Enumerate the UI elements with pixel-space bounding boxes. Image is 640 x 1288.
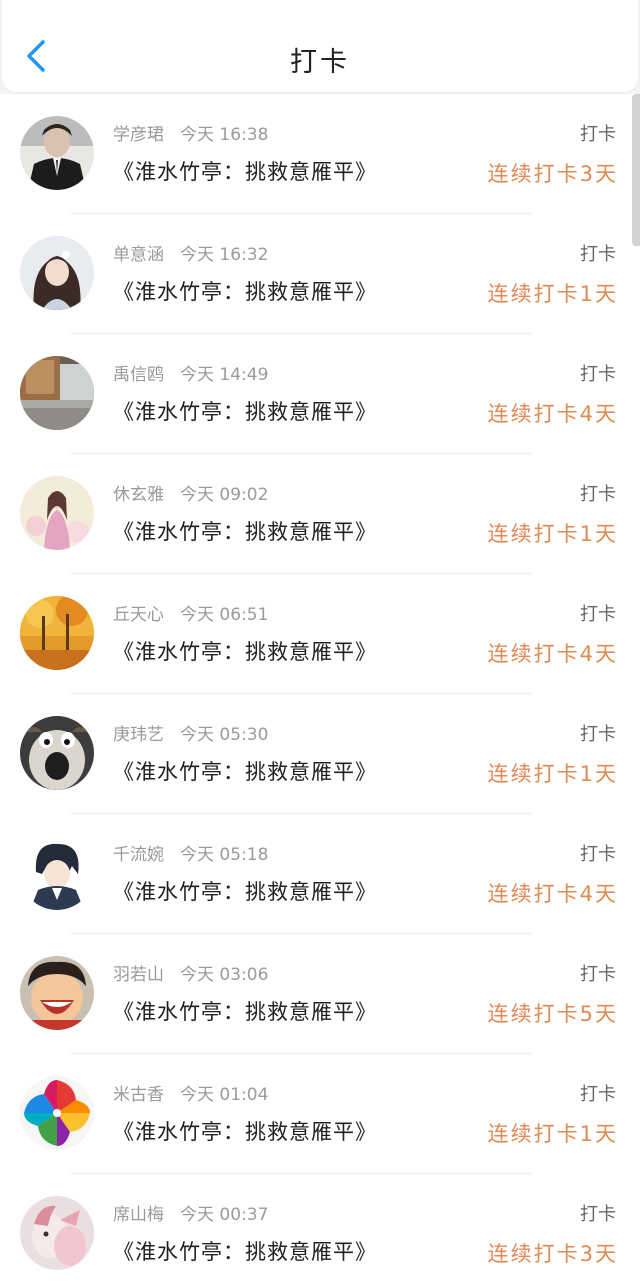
user-name[interactable]: 丘天心 xyxy=(113,605,164,625)
checkin-time: 今天 06:51 xyxy=(180,605,269,625)
work-title[interactable]: 《淮水竹亭：挑救意雁平》 xyxy=(113,1236,377,1266)
streak-label: 连续打卡1天 xyxy=(487,522,618,546)
work-title[interactable]: 《淮水竹亭：挑救意雁平》 xyxy=(113,516,377,546)
user-meta: 单意涵 今天 16:32 xyxy=(113,240,268,265)
streak-label: 连续打卡1天 xyxy=(487,1122,618,1146)
checkin-time: 今天 09:02 xyxy=(180,485,269,505)
checkin-time: 今天 16:32 xyxy=(180,245,269,265)
work-title[interactable]: 《淮水竹亭：挑救意雁平》 xyxy=(113,396,377,426)
checkin-tag: 打卡 xyxy=(580,244,616,265)
checkin-row[interactable]: 学彦珺 今天 16:38 《淮水竹亭：挑救意雁平》 打卡 连续打卡3天 xyxy=(0,94,640,214)
streak-label: 连续打卡4天 xyxy=(487,402,618,426)
checkin-time: 今天 16:38 xyxy=(180,125,269,145)
work-title[interactable]: 《淮水竹亭：挑救意雁平》 xyxy=(113,636,377,666)
work-title[interactable]: 《淮水竹亭：挑救意雁平》 xyxy=(113,756,377,786)
avatar[interactable] xyxy=(20,236,94,310)
streak-label: 连续打卡3天 xyxy=(487,162,618,186)
checkin-tag: 打卡 xyxy=(580,844,616,865)
checkin-tag: 打卡 xyxy=(580,484,616,505)
checkin-tag: 打卡 xyxy=(580,364,616,385)
top-navigation-bar: 打卡 xyxy=(2,0,638,92)
work-title[interactable]: 《淮水竹亭：挑救意雁平》 xyxy=(113,156,377,186)
avatar[interactable] xyxy=(20,1196,94,1270)
user-meta: 千流婉 今天 05:18 xyxy=(113,840,268,865)
checkin-tag: 打卡 xyxy=(580,604,616,625)
checkin-tag: 打卡 xyxy=(580,964,616,985)
streak-label: 连续打卡5天 xyxy=(487,1002,618,1026)
checkin-time: 今天 01:04 xyxy=(180,1085,269,1105)
checkin-row[interactable]: 米古香 今天 01:04 《淮水竹亭：挑救意雁平》 打卡 连续打卡1天 xyxy=(0,1054,640,1174)
scrollbar[interactable] xyxy=(632,94,640,246)
checkin-list[interactable]: 学彦珺 今天 16:38 《淮水竹亭：挑救意雁平》 打卡 连续打卡3天 单意涵 今天… xyxy=(0,94,640,1288)
user-meta: 丘天心 今天 06:51 xyxy=(113,600,268,625)
checkin-time: 今天 03:06 xyxy=(180,965,269,985)
avatar[interactable] xyxy=(20,356,94,430)
checkin-row[interactable]: 丘天心 今天 06:51 《淮水竹亭：挑救意雁平》 打卡 连续打卡4天 xyxy=(0,574,640,694)
user-meta: 庚玮艺 今天 05:30 xyxy=(113,720,268,745)
avatar[interactable] xyxy=(20,1076,94,1150)
work-title[interactable]: 《淮水竹亭：挑救意雁平》 xyxy=(113,1116,377,1146)
checkin-tag: 打卡 xyxy=(580,1204,616,1225)
user-meta: 休玄雅 今天 09:02 xyxy=(113,480,268,505)
checkin-time: 今天 05:30 xyxy=(180,725,269,745)
user-name[interactable]: 学彦珺 xyxy=(113,125,164,145)
user-meta: 米古香 今天 01:04 xyxy=(113,1080,268,1105)
user-meta: 羽若山 今天 03:06 xyxy=(113,960,268,985)
avatar[interactable] xyxy=(20,836,94,910)
checkin-row[interactable]: 禹信鸥 今天 14:49 《淮水竹亭：挑救意雁平》 打卡 连续打卡4天 xyxy=(0,334,640,454)
checkin-row[interactable]: 休玄雅 今天 09:02 《淮水竹亭：挑救意雁平》 打卡 连续打卡1天 xyxy=(0,454,640,574)
avatar[interactable] xyxy=(20,596,94,670)
work-title[interactable]: 《淮水竹亭：挑救意雁平》 xyxy=(113,996,377,1026)
streak-label: 连续打卡4天 xyxy=(487,882,618,906)
work-title[interactable]: 《淮水竹亭：挑救意雁平》 xyxy=(113,876,377,906)
streak-label: 连续打卡1天 xyxy=(487,282,618,306)
user-name[interactable]: 庚玮艺 xyxy=(113,725,164,745)
streak-label: 连续打卡4天 xyxy=(487,642,618,666)
user-name[interactable]: 席山梅 xyxy=(113,1205,164,1225)
checkin-time: 今天 00:37 xyxy=(180,1205,269,1225)
user-name[interactable]: 米古香 xyxy=(113,1085,164,1105)
user-name[interactable]: 禹信鸥 xyxy=(113,365,164,385)
checkin-time: 今天 05:18 xyxy=(180,845,269,865)
avatar[interactable] xyxy=(20,956,94,1030)
checkin-row[interactable]: 单意涵 今天 16:32 《淮水竹亭：挑救意雁平》 打卡 连续打卡1天 xyxy=(0,214,640,334)
user-name[interactable]: 单意涵 xyxy=(113,245,164,265)
checkin-row[interactable]: 千流婉 今天 05:18 《淮水竹亭：挑救意雁平》 打卡 连续打卡4天 xyxy=(0,814,640,934)
user-meta: 禹信鸥 今天 14:49 xyxy=(113,360,268,385)
checkin-time: 今天 14:49 xyxy=(180,365,269,385)
user-name[interactable]: 休玄雅 xyxy=(113,485,164,505)
streak-label: 连续打卡3天 xyxy=(487,1242,618,1266)
avatar[interactable] xyxy=(20,476,94,550)
user-name[interactable]: 千流婉 xyxy=(113,845,164,865)
user-meta: 学彦珺 今天 16:38 xyxy=(113,120,268,145)
user-meta: 席山梅 今天 00:37 xyxy=(113,1200,268,1225)
streak-label: 连续打卡1天 xyxy=(487,762,618,786)
user-name[interactable]: 羽若山 xyxy=(113,965,164,985)
avatar[interactable] xyxy=(20,116,94,190)
checkin-row[interactable]: 席山梅 今天 00:37 《淮水竹亭：挑救意雁平》 打卡 连续打卡3天 xyxy=(0,1174,640,1288)
checkin-row[interactable]: 庚玮艺 今天 05:30 《淮水竹亭：挑救意雁平》 打卡 连续打卡1天 xyxy=(0,694,640,814)
checkin-row[interactable]: 羽若山 今天 03:06 《淮水竹亭：挑救意雁平》 打卡 连续打卡5天 xyxy=(0,934,640,1054)
checkin-tag: 打卡 xyxy=(580,124,616,145)
work-title[interactable]: 《淮水竹亭：挑救意雁平》 xyxy=(113,276,377,306)
avatar[interactable] xyxy=(20,716,94,790)
checkin-tag: 打卡 xyxy=(580,724,616,745)
checkin-tag: 打卡 xyxy=(580,1084,616,1105)
page-title: 打卡 xyxy=(290,47,350,78)
